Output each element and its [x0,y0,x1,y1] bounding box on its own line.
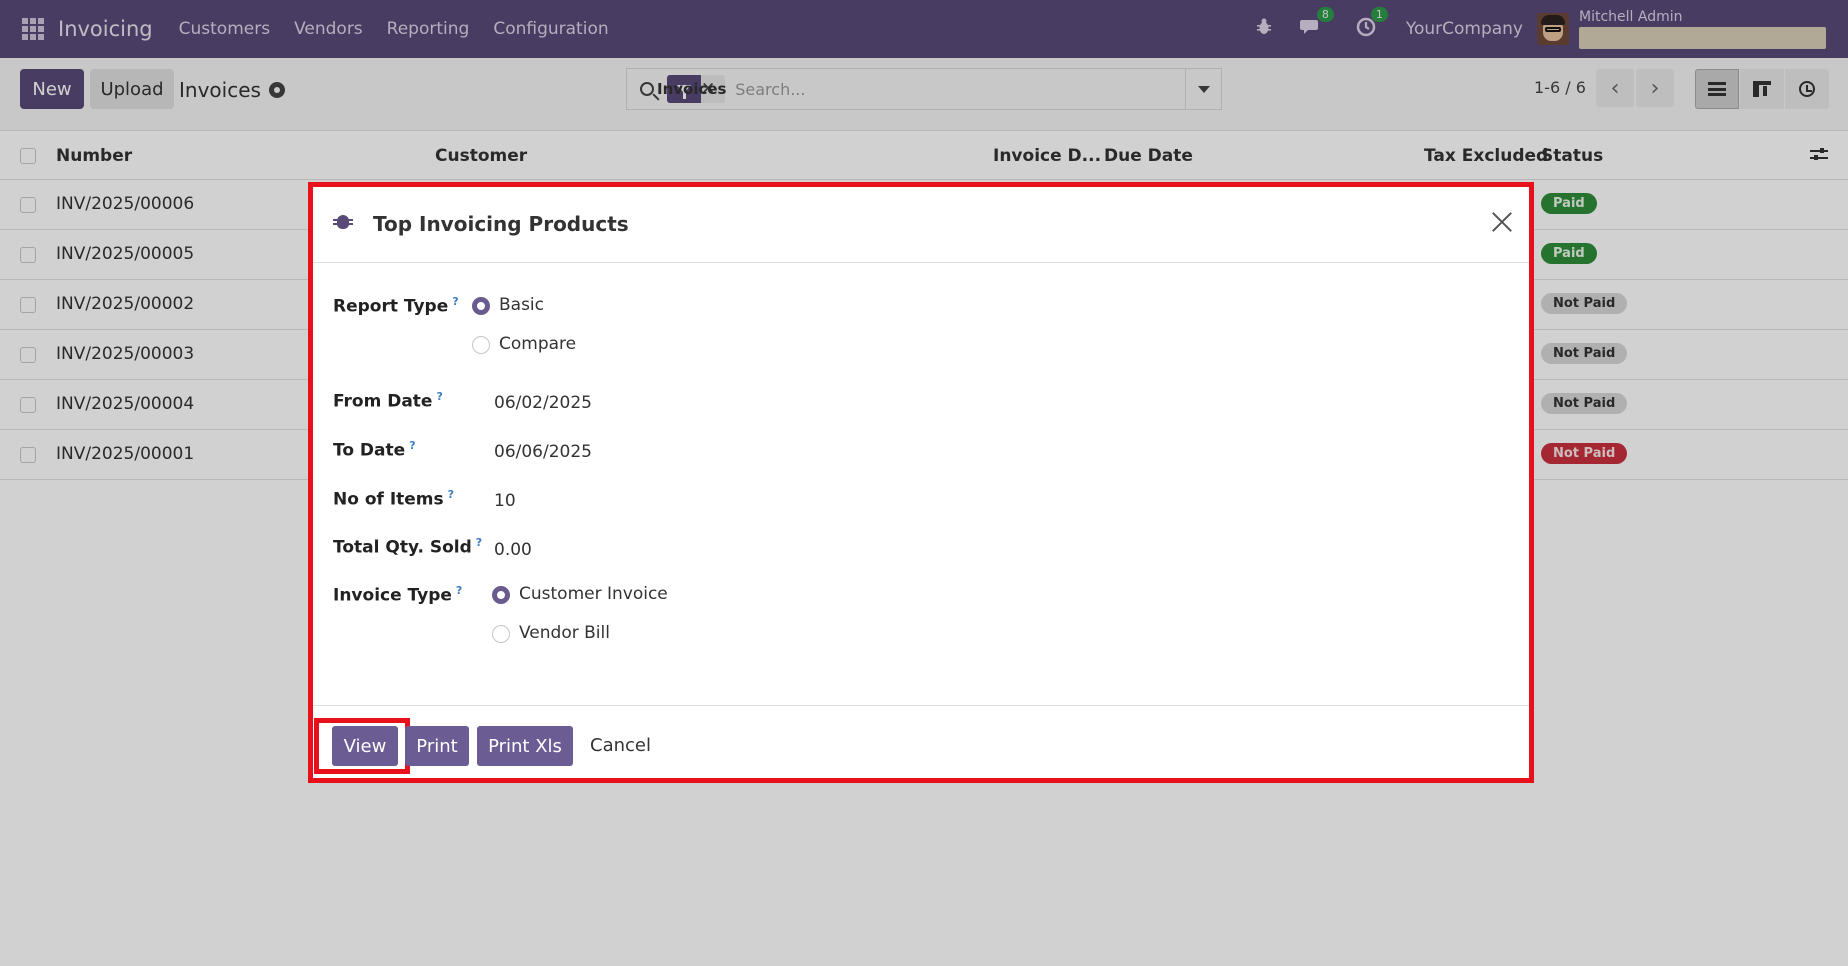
invoice-type-customer-radio[interactable] [492,586,510,604]
help-tooltip-icon[interactable]: ? [436,390,442,403]
invoice-type-customer-label[interactable]: Customer Invoice [519,584,668,604]
dialog-header: Top Invoicing Products [313,187,1529,263]
report-type-label: Report Type? [333,295,459,317]
no-of-items-field[interactable]: 10 [494,491,516,511]
help-tooltip-icon[interactable]: ? [456,584,462,597]
report-type-basic-label[interactable]: Basic [499,295,544,315]
invoice-type-vendor-radio[interactable] [492,625,510,643]
from-date-label: From Date? [333,390,443,412]
print-button[interactable]: Print [405,726,469,766]
report-type-compare-radio[interactable] [472,336,490,354]
from-date-field[interactable]: 06/02/2025 [494,393,592,413]
invoice-type-vendor-label[interactable]: Vendor Bill [519,623,610,643]
report-type-compare-label[interactable]: Compare [499,334,576,354]
help-tooltip-icon[interactable]: ? [409,439,415,452]
help-tooltip-icon[interactable]: ? [452,295,458,308]
help-tooltip-icon[interactable]: ? [476,536,482,549]
total-qty-sold-field[interactable]: 0.00 [494,540,532,560]
print-xls-button[interactable]: Print Xls [477,726,573,766]
dialog-title: Top Invoicing Products [373,212,629,236]
cancel-button[interactable]: Cancel [590,735,651,756]
bug-icon [333,215,353,229]
to-date-label: To Date? [333,439,416,461]
help-tooltip-icon[interactable]: ? [448,488,454,501]
report-dialog: Top Invoicing Products Report Type? Basi… [308,182,1534,783]
dialog-footer: View Print Print Xls Cancel [313,705,1529,778]
to-date-field[interactable]: 06/06/2025 [494,442,592,462]
view-button[interactable]: View [332,726,398,766]
no-of-items-label: No of Items? [333,488,455,510]
close-icon[interactable] [1489,209,1515,235]
invoice-type-label: Invoice Type? [333,584,463,606]
report-type-basic-radio[interactable] [472,297,490,315]
total-qty-sold-label: Total Qty. Sold? [333,536,483,558]
